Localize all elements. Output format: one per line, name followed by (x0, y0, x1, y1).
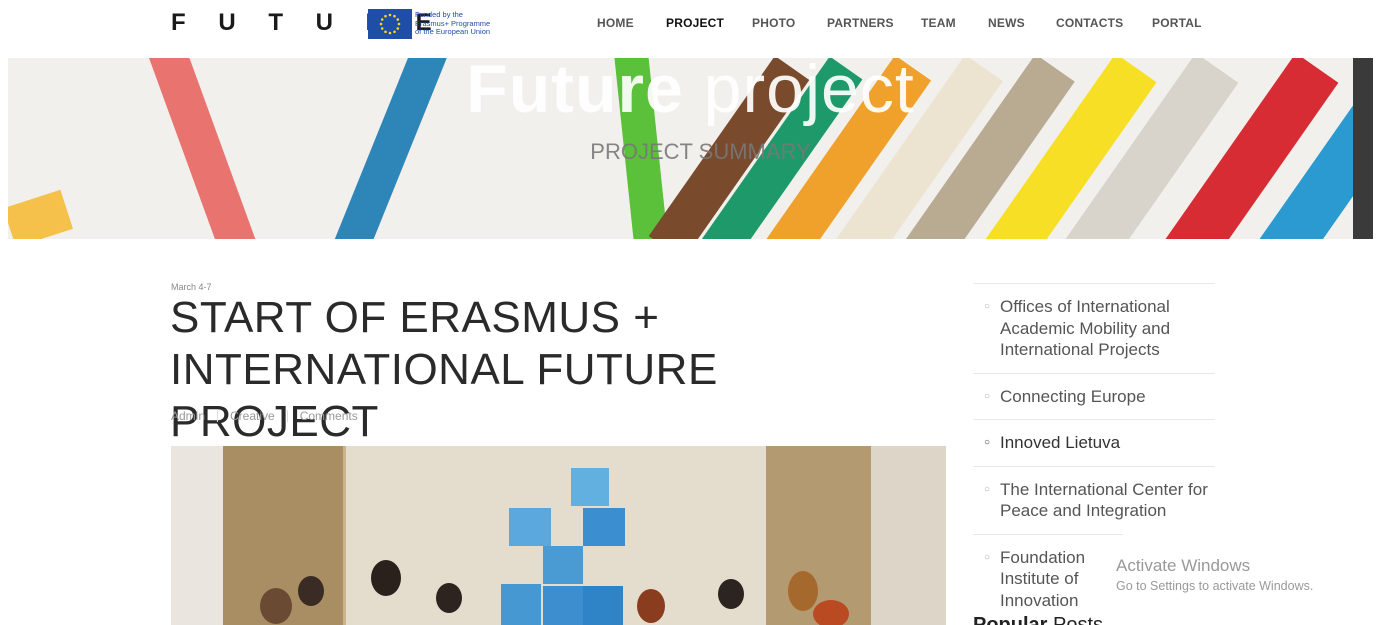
meta-author-link[interactable]: Admin (171, 409, 205, 423)
watermark-title: Activate Windows (1116, 556, 1251, 575)
nav-item-news[interactable]: NEWS (988, 16, 1056, 30)
bullet-icon: ○ (984, 437, 991, 448)
banner-title: Future project (8, 58, 1373, 128)
banner-title-bold: Future (466, 58, 684, 127)
eu-flag-icon (368, 9, 412, 39)
popular-rest: Posts (1047, 614, 1104, 625)
article-meta: Admin Creative Comments (171, 409, 358, 423)
sidebar-item-peace-integration[interactable]: ○ The International Center for Peace and… (973, 465, 1215, 534)
bullet-icon: ○ (984, 301, 991, 312)
article-photo (171, 446, 946, 625)
sidebar-item-label: The International Center for Peace and I… (1000, 479, 1208, 521)
nav-item-home[interactable]: HOME (597, 16, 666, 30)
sidebar-item-label: Innoved Lietuva (1000, 433, 1121, 452)
meta-divider (217, 410, 219, 422)
group-photo-image (171, 446, 946, 625)
windows-activation-watermark: Activate Windows Go to Settings to activ… (1116, 556, 1313, 593)
eu-funding-text: Funded by the Erasmus+ Programme of the … (415, 11, 490, 37)
bullet-icon: ○ (984, 483, 991, 495)
meta-comments-link[interactable]: Comments (300, 409, 358, 423)
nav-item-portal[interactable]: PORTAL (1152, 16, 1202, 30)
nav-item-photo[interactable]: PHOTO (752, 16, 827, 30)
main-nav: HOME PROJECT PHOTO PARTNERS TEAM NEWS CO… (597, 16, 1202, 30)
bullet-icon: ○ (984, 551, 991, 563)
site-header: F U T U R E Funded by the Erasmus+ Progr… (0, 0, 1378, 58)
article-date: March 4-7 (171, 282, 212, 292)
banner-title-rest: project (683, 58, 915, 127)
sidebar-item-innoved-lietuva[interactable]: ○ Innoved Lietuva (973, 419, 1215, 466)
eu-text-line: of the European Union (415, 27, 491, 37)
eu-funding-badge: Funded by the Erasmus+ Programme of the … (368, 9, 490, 39)
sidebar-item-foundation-innovation[interactable]: ○ Foundation Institute of Innovation (973, 533, 1123, 624)
nav-item-contacts[interactable]: CONTACTS (1056, 16, 1152, 30)
sidebar-item-label: Offices of International Academic Mobili… (1000, 297, 1171, 359)
meta-divider (286, 410, 288, 422)
sidebar-item-label: Connecting Europe (1000, 386, 1146, 406)
page-banner: Future project PROJECT SUMMARY (8, 58, 1373, 239)
sidebar-item-label: Foundation Institute of Innovation (1000, 547, 1086, 610)
watermark-subtitle: Go to Settings to activate Windows. (1116, 579, 1314, 593)
bullet-icon: ○ (984, 390, 991, 402)
popular-posts-heading: Popular Posts (973, 614, 1103, 625)
article-title: START OF ERASMUS + INTERNATIONAL FUTURE … (170, 293, 718, 446)
sidebar-item-international-offices[interactable]: ○ Offices of International Academic Mobi… (973, 283, 1215, 373)
sidebar-item-connecting-europe[interactable]: ○ Connecting Europe (973, 372, 1215, 420)
meta-category-link[interactable]: Creative (230, 409, 275, 423)
nav-item-partners[interactable]: PARTNERS (827, 16, 921, 30)
nav-item-team[interactable]: TEAM (921, 16, 988, 30)
popular-bold: Popular (973, 614, 1048, 625)
nav-item-project[interactable]: PROJECT (666, 16, 752, 30)
banner-subtitle: PROJECT SUMMARY (590, 139, 811, 164)
